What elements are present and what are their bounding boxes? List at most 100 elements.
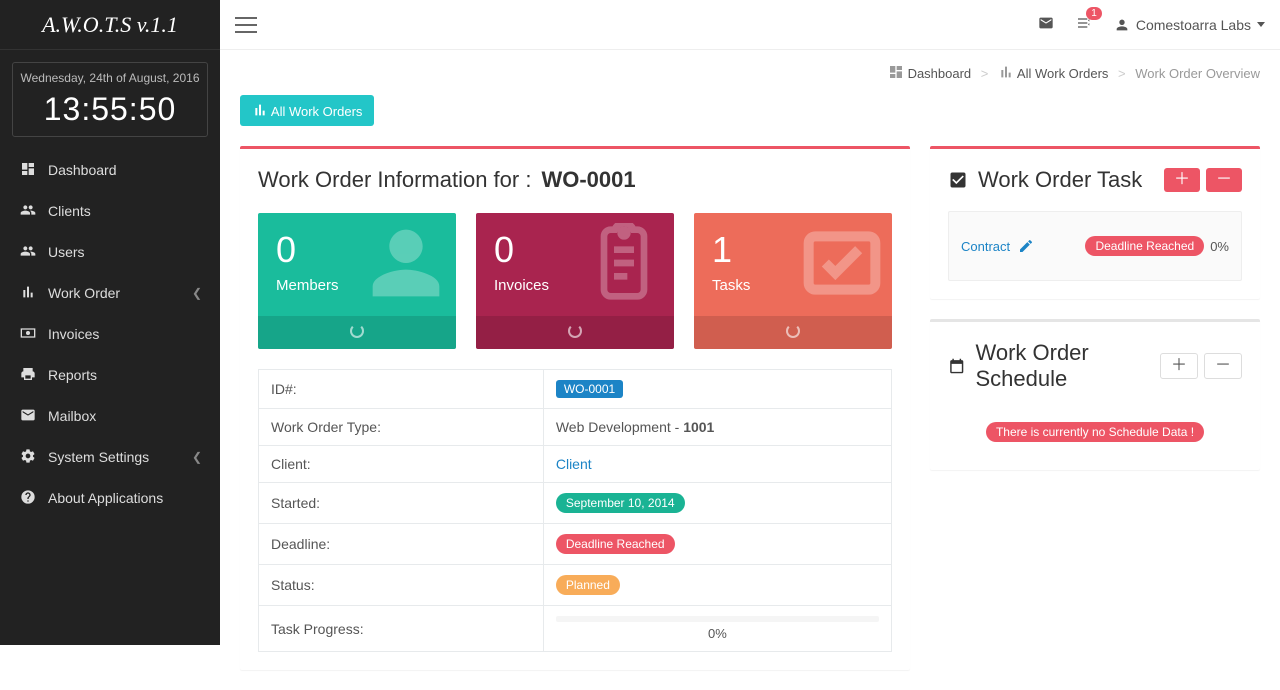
sidebar-item-label: Dashboard <box>48 162 117 178</box>
sidebar-item-label: Clients <box>48 203 91 219</box>
stat-invoices-link[interactable] <box>476 316 674 349</box>
mail-icon[interactable] <box>1038 15 1054 34</box>
user-menu[interactable]: Comestoarra Labs <box>1114 17 1265 33</box>
sidebar-item-users[interactable]: Users <box>0 231 220 272</box>
label-deadline: Deadline: <box>259 524 544 565</box>
remove-schedule-button[interactable]: － <box>1204 353 1242 379</box>
breadcrumb: Dashboard > All Work Orders > Work Order… <box>220 50 1280 95</box>
sidebar-item-label: Work Order <box>48 285 120 301</box>
work-order-info-panel: Work Order Information for : WO-0001 0 M… <box>240 146 910 670</box>
breadcrumb-current: Work Order Overview <box>1135 66 1260 81</box>
label-started: Started: <box>259 483 544 524</box>
work-order-schedule-panel: Work Order Schedule ＋ － There is current… <box>930 319 1260 470</box>
table-row: Status: Planned <box>259 565 892 606</box>
chart-icon <box>252 102 268 118</box>
sidebar-nav: Dashboard Clients Users Work Order ❮ Invoices… <box>0 149 220 518</box>
sidebar-item-work-order[interactable]: Work Order ❮ <box>0 272 220 313</box>
dashboard-icon <box>888 64 904 80</box>
menu-toggle-icon[interactable] <box>235 17 257 33</box>
panel-title: Work Order Information for : WO-0001 <box>258 167 892 193</box>
schedule-empty-message: There is currently no Schedule Data ! <box>986 422 1204 442</box>
spinner-icon <box>568 324 582 338</box>
progress-bar <box>556 616 879 622</box>
person-icon <box>366 223 446 306</box>
value-status: Planned <box>556 575 620 595</box>
notifications-icon[interactable]: 1 <box>1076 15 1092 34</box>
user-name: Comestoarra Labs <box>1136 17 1251 33</box>
sidebar-item-invoices[interactable]: Invoices <box>0 313 220 354</box>
question-icon <box>18 489 38 506</box>
add-task-button[interactable]: ＋ <box>1164 168 1200 192</box>
chevron-left-icon: ❮ <box>192 286 202 300</box>
calendar-icon <box>948 356 965 376</box>
money-icon <box>18 325 38 342</box>
check-icon <box>802 223 882 306</box>
chevron-down-icon <box>1257 22 1265 27</box>
sidebar-item-label: About Applications <box>48 490 163 506</box>
clock-widget: Wednesday, 24th of August, 2016 13:55:50 <box>12 62 208 137</box>
remove-task-button[interactable]: － <box>1206 168 1242 192</box>
sidebar: A.W.O.T.S v.1.1 Wednesday, 24th of Augus… <box>0 0 220 645</box>
breadcrumb-dashboard[interactable]: Dashboard <box>908 66 972 81</box>
task-link[interactable]: Contract <box>961 239 1010 254</box>
chart-icon <box>18 284 38 301</box>
spinner-icon <box>350 324 364 338</box>
date-text: Wednesday, 24th of August, 2016 <box>13 71 207 85</box>
brand-title: A.W.O.T.S v.1.1 <box>0 0 220 50</box>
label-status: Status: <box>259 565 544 606</box>
pencil-icon[interactable] <box>1018 238 1034 254</box>
mail-icon <box>18 407 38 424</box>
notification-badge: 1 <box>1086 7 1102 20</box>
sidebar-item-system-settings[interactable]: System Settings ❮ <box>0 436 220 477</box>
sidebar-item-mailbox[interactable]: Mailbox <box>0 395 220 436</box>
task-deadline-badge: Deadline Reached <box>1085 236 1204 256</box>
task-panel-title: Work Order Task <box>978 167 1142 193</box>
sidebar-item-label: Invoices <box>48 326 99 342</box>
clipboard-icon <box>584 223 664 306</box>
progress-value: 0% <box>556 626 879 641</box>
value-started: September 10, 2014 <box>556 493 685 513</box>
users-icon <box>18 243 38 260</box>
schedule-panel-title: Work Order Schedule <box>975 340 1160 392</box>
label-id: ID#: <box>259 370 544 409</box>
task-progress-value: 0% <box>1210 239 1229 254</box>
stat-members: 0 Members <box>258 213 456 349</box>
users-icon <box>18 202 38 219</box>
print-icon <box>18 366 38 383</box>
stat-tasks: 1 Tasks <box>694 213 892 349</box>
value-deadline: Deadline Reached <box>556 534 675 554</box>
task-item: Contract Deadline Reached 0% <box>948 211 1242 281</box>
cogs-icon <box>18 448 38 465</box>
sidebar-item-label: Reports <box>48 367 97 383</box>
work-order-task-panel: Work Order Task ＋ － Contract Deadline Re… <box>930 146 1260 299</box>
sidebar-item-label: System Settings <box>48 449 149 465</box>
chevron-left-icon: ❮ <box>192 450 202 464</box>
stat-members-link[interactable] <box>258 316 456 349</box>
stat-invoices: 0 Invoices <box>476 213 674 349</box>
add-schedule-button[interactable]: ＋ <box>1160 353 1198 379</box>
chart-icon <box>998 64 1014 80</box>
all-work-orders-button[interactable]: All Work Orders <box>240 95 374 126</box>
table-row: Deadline: Deadline Reached <box>259 524 892 565</box>
table-row: Client: Client <box>259 446 892 483</box>
dashboard-icon <box>18 161 38 178</box>
sidebar-item-label: Mailbox <box>48 408 96 424</box>
sidebar-item-label: Users <box>48 244 85 260</box>
sidebar-item-reports[interactable]: Reports <box>0 354 220 395</box>
topbar: 1 Comestoarra Labs <box>220 0 1280 50</box>
table-row: ID#: WO-0001 <box>259 370 892 409</box>
table-row: Started: September 10, 2014 <box>259 483 892 524</box>
breadcrumb-all-work-orders[interactable]: All Work Orders <box>1017 66 1109 81</box>
value-id: WO-0001 <box>556 380 623 398</box>
value-type: Web Development - 1001 <box>543 409 891 446</box>
label-client: Client: <box>259 446 544 483</box>
stat-tasks-link[interactable] <box>694 316 892 349</box>
sidebar-item-dashboard[interactable]: Dashboard <box>0 149 220 190</box>
value-client-link[interactable]: Client <box>556 456 592 472</box>
sidebar-item-about-applications[interactable]: About Applications <box>0 477 220 518</box>
label-type: Work Order Type: <box>259 409 544 446</box>
time-text: 13:55:50 <box>13 91 207 128</box>
spinner-icon <box>786 324 800 338</box>
work-order-details-table: ID#: WO-0001 Work Order Type: Web Develo… <box>258 369 892 652</box>
sidebar-item-clients[interactable]: Clients <box>0 190 220 231</box>
